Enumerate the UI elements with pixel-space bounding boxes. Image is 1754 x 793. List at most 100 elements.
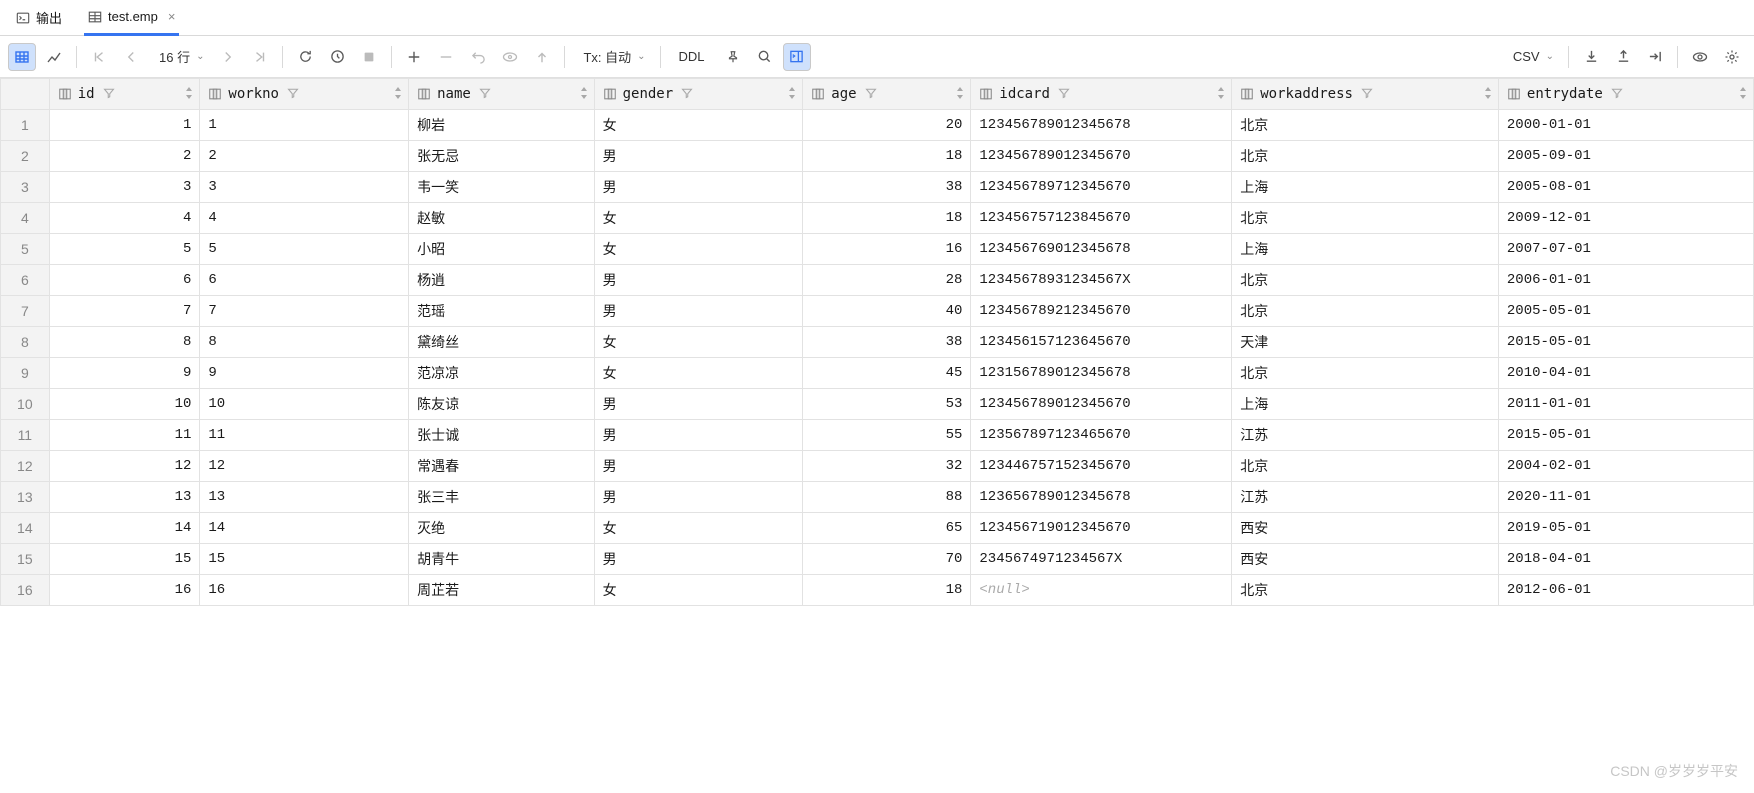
row-number[interactable]: 10 — [1, 389, 50, 420]
revert-button[interactable] — [464, 43, 492, 71]
cell-id[interactable]: 3 — [49, 172, 200, 203]
upload-button[interactable] — [1609, 43, 1637, 71]
search-button[interactable] — [751, 43, 779, 71]
cell-idcard[interactable]: 2345674971234567X — [971, 544, 1232, 575]
cell-name[interactable]: 柳岩 — [409, 110, 595, 141]
cell-workaddress[interactable]: 北京 — [1232, 110, 1499, 141]
cell-gender[interactable]: 女 — [594, 203, 803, 234]
cell-age[interactable]: 53 — [803, 389, 971, 420]
cell-workaddress[interactable]: 北京 — [1232, 358, 1499, 389]
sort-icon[interactable] — [580, 86, 588, 102]
row-number[interactable]: 7 — [1, 296, 50, 327]
cell-name[interactable]: 范瑶 — [409, 296, 595, 327]
cell-gender[interactable]: 男 — [594, 544, 803, 575]
row-number[interactable]: 15 — [1, 544, 50, 575]
sort-icon[interactable] — [1739, 86, 1747, 102]
cell-id[interactable]: 2 — [49, 141, 200, 172]
cell-entrydate[interactable]: 2007-07-01 — [1498, 234, 1753, 265]
cell-workaddress[interactable]: 北京 — [1232, 451, 1499, 482]
cell-workno[interactable]: 11 — [200, 420, 409, 451]
cell-name[interactable]: 胡青牛 — [409, 544, 595, 575]
column-header-workno[interactable]: workno — [200, 79, 409, 110]
sort-icon[interactable] — [1484, 86, 1492, 102]
cell-entrydate[interactable]: 2006-01-01 — [1498, 265, 1753, 296]
table-row[interactable]: 121212常遇春男32123446757152345670北京2004-02-… — [1, 451, 1754, 482]
cell-workno[interactable]: 5 — [200, 234, 409, 265]
cell-id[interactable]: 12 — [49, 451, 200, 482]
tx-mode-dropdown[interactable]: Tx: 自动 ⌄ — [573, 43, 651, 71]
table-row[interactable]: 333韦一笑男38123456789712345670上海2005-08-01 — [1, 172, 1754, 203]
cell-workaddress[interactable]: 天津 — [1232, 327, 1499, 358]
cell-idcard[interactable]: 123656789012345678 — [971, 482, 1232, 513]
cell-age[interactable]: 20 — [803, 110, 971, 141]
cell-entrydate[interactable]: 2005-08-01 — [1498, 172, 1753, 203]
cell-name[interactable]: 张三丰 — [409, 482, 595, 513]
sort-icon[interactable] — [185, 86, 193, 102]
cell-id[interactable]: 9 — [49, 358, 200, 389]
cell-entrydate[interactable]: 2011-01-01 — [1498, 389, 1753, 420]
schedule-button[interactable] — [323, 43, 351, 71]
refresh-button[interactable] — [291, 43, 319, 71]
cell-age[interactable]: 88 — [803, 482, 971, 513]
cell-workaddress[interactable]: 北京 — [1232, 203, 1499, 234]
cell-age[interactable]: 16 — [803, 234, 971, 265]
column-header-age[interactable]: age — [803, 79, 971, 110]
sort-icon[interactable] — [788, 86, 796, 102]
cell-id[interactable]: 16 — [49, 575, 200, 606]
cell-idcard[interactable]: 123456757123845670 — [971, 203, 1232, 234]
cell-workaddress[interactable]: 上海 — [1232, 389, 1499, 420]
cell-id[interactable]: 14 — [49, 513, 200, 544]
sort-icon[interactable] — [1217, 86, 1225, 102]
row-number[interactable]: 2 — [1, 141, 50, 172]
cell-workno[interactable]: 10 — [200, 389, 409, 420]
eye-button[interactable] — [1686, 43, 1714, 71]
cell-idcard[interactable]: 123456789212345670 — [971, 296, 1232, 327]
cell-workno[interactable]: 6 — [200, 265, 409, 296]
cell-age[interactable]: 38 — [803, 172, 971, 203]
row-number[interactable]: 13 — [1, 482, 50, 513]
cell-name[interactable]: 陈友谅 — [409, 389, 595, 420]
cell-age[interactable]: 18 — [803, 203, 971, 234]
cell-gender[interactable]: 男 — [594, 482, 803, 513]
cell-id[interactable]: 8 — [49, 327, 200, 358]
tab-file[interactable]: test.emp × — [84, 1, 179, 36]
cell-id[interactable]: 11 — [49, 420, 200, 451]
cell-workno[interactable]: 7 — [200, 296, 409, 327]
column-header-name[interactable]: name — [409, 79, 595, 110]
settings-button[interactable] — [1718, 43, 1746, 71]
filter-icon[interactable] — [681, 86, 693, 102]
cell-entrydate[interactable]: 2015-05-01 — [1498, 420, 1753, 451]
cell-workno[interactable]: 9 — [200, 358, 409, 389]
cell-workno[interactable]: 1 — [200, 110, 409, 141]
cell-workaddress[interactable]: 江苏 — [1232, 482, 1499, 513]
cell-workaddress[interactable]: 北京 — [1232, 296, 1499, 327]
table-row[interactable]: 444赵敏女18123456757123845670北京2009-12-01 — [1, 203, 1754, 234]
cell-workaddress[interactable]: 西安 — [1232, 544, 1499, 575]
filter-icon[interactable] — [1058, 86, 1070, 102]
delete-row-button[interactable] — [432, 43, 460, 71]
cell-gender[interactable]: 女 — [594, 513, 803, 544]
row-number[interactable]: 11 — [1, 420, 50, 451]
tab-output[interactable]: 输出 — [12, 0, 66, 35]
cell-workaddress[interactable]: 北京 — [1232, 575, 1499, 606]
row-number[interactable]: 1 — [1, 110, 50, 141]
grid-view-button[interactable] — [8, 43, 36, 71]
download-button[interactable] — [1577, 43, 1605, 71]
cell-workno[interactable]: 16 — [200, 575, 409, 606]
cell-idcard[interactable]: <null> — [971, 575, 1232, 606]
data-grid[interactable]: idworknonamegenderageidcardworkaddressen… — [0, 78, 1754, 606]
cell-entrydate[interactable]: 2005-05-01 — [1498, 296, 1753, 327]
table-row[interactable]: 161616周芷若女18<null>北京2012-06-01 — [1, 575, 1754, 606]
cell-gender[interactable]: 男 — [594, 420, 803, 451]
cell-workno[interactable]: 15 — [200, 544, 409, 575]
cell-workaddress[interactable]: 北京 — [1232, 141, 1499, 172]
cell-idcard[interactable]: 123456789012345678 — [971, 110, 1232, 141]
rows-count-dropdown[interactable]: 16 行 ⌄ — [149, 43, 210, 71]
cell-gender[interactable]: 男 — [594, 172, 803, 203]
next-page-button[interactable] — [214, 43, 242, 71]
cell-name[interactable]: 黛绮丝 — [409, 327, 595, 358]
cell-age[interactable]: 18 — [803, 575, 971, 606]
cell-id[interactable]: 4 — [49, 203, 200, 234]
cell-idcard[interactable]: 123456789712345670 — [971, 172, 1232, 203]
cell-age[interactable]: 32 — [803, 451, 971, 482]
